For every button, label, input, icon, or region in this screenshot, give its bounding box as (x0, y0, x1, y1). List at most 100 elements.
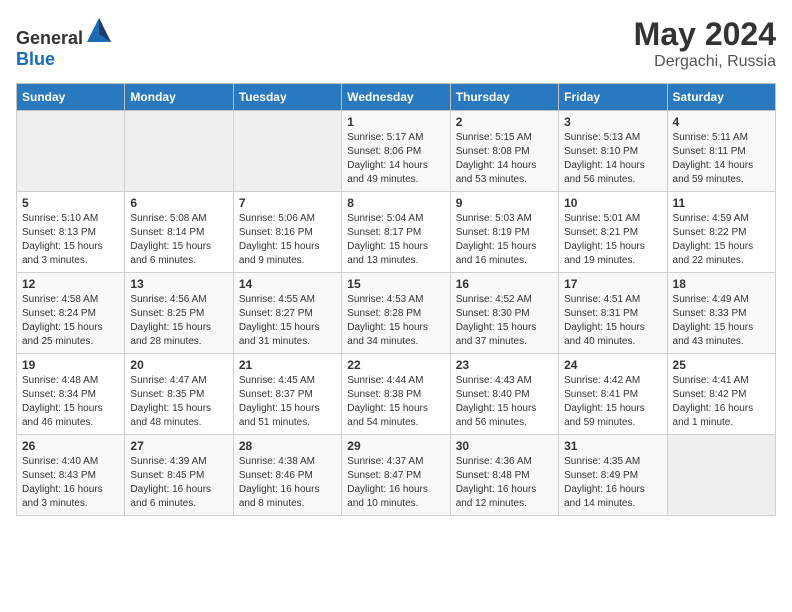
day-number: 8 (347, 196, 444, 210)
day-number: 6 (130, 196, 227, 210)
day-info: Sunrise: 4:36 AMSunset: 8:48 PMDaylight:… (456, 455, 553, 511)
calendar-cell: 16 Sunrise: 4:52 AMSunset: 8:30 PMDayligh… (450, 273, 558, 354)
day-info: Sunrise: 4:41 AMSunset: 8:42 PMDaylight:… (673, 374, 770, 430)
day-number: 14 (239, 277, 336, 291)
logo: General Blue (16, 16, 113, 70)
col-thursday: Thursday (450, 84, 558, 111)
calendar-week-row: 26 Sunrise: 4:40 AMSunset: 8:43 PMDayligh… (17, 435, 776, 516)
day-info: Sunrise: 5:13 AMSunset: 8:10 PMDaylight:… (564, 131, 661, 187)
day-number: 7 (239, 196, 336, 210)
calendar-cell (233, 111, 341, 192)
day-number: 22 (347, 358, 444, 372)
calendar-cell: 31 Sunrise: 4:35 AMSunset: 8:49 PMDayligh… (559, 435, 667, 516)
day-info: Sunrise: 5:03 AMSunset: 8:19 PMDaylight:… (456, 212, 553, 268)
day-number: 4 (673, 115, 770, 129)
day-number: 5 (22, 196, 119, 210)
day-info: Sunrise: 5:08 AMSunset: 8:14 PMDaylight:… (130, 212, 227, 268)
calendar-cell: 17Sunrise: 4:51 AMSunset: 8:31 PMDayligh… (559, 273, 667, 354)
day-info: Sunrise: 4:56 AMSunset: 8:25 PMDaylight:… (130, 293, 227, 349)
calendar-cell: 1 Sunrise: 5:17 AMSunset: 8:06 PMDaylight… (342, 111, 450, 192)
calendar-cell (125, 111, 233, 192)
day-number: 3 (564, 115, 661, 129)
calendar-cell: 9 Sunrise: 5:03 AMSunset: 8:19 PMDaylight… (450, 192, 558, 273)
col-tuesday: Tuesday (233, 84, 341, 111)
calendar-header-row: Sunday Monday Tuesday Wednesday Thursday… (17, 84, 776, 111)
calendar-cell: 30 Sunrise: 4:36 AMSunset: 8:48 PMDayligh… (450, 435, 558, 516)
day-number: 16 (456, 277, 553, 291)
calendar-cell: 20Sunrise: 4:47 AMSunset: 8:35 PMDayligh… (125, 354, 233, 435)
day-number: 29 (347, 439, 444, 453)
day-info: Sunrise: 4:43 AMSunset: 8:40 PMDaylight:… (456, 374, 553, 430)
day-number: 28 (239, 439, 336, 453)
calendar-cell: 28 Sunrise: 4:38 AMSunset: 8:46 PMDayligh… (233, 435, 341, 516)
calendar-cell (17, 111, 125, 192)
day-number: 9 (456, 196, 553, 210)
day-info: Sunrise: 5:17 AMSunset: 8:06 PMDaylight:… (347, 131, 444, 187)
logo-text: General Blue (16, 16, 113, 70)
calendar-week-row: 1 Sunrise: 5:17 AMSunset: 8:06 PMDaylight… (17, 111, 776, 192)
calendar-cell (667, 435, 775, 516)
day-number: 21 (239, 358, 336, 372)
day-info: Sunrise: 4:55 AMSunset: 8:27 PMDaylight:… (239, 293, 336, 349)
day-number: 12 (22, 277, 119, 291)
calendar-cell: 24 Sunrise: 4:42 AMSunset: 8:41 PMDayligh… (559, 354, 667, 435)
logo-icon (85, 16, 113, 44)
calendar-cell: 19 Sunrise: 4:48 AMSunset: 8:34 PMDayligh… (17, 354, 125, 435)
day-info: Sunrise: 4:51 AMSunset: 8:31 PMDaylight:… (564, 293, 661, 349)
day-info: Sunrise: 5:04 AMSunset: 8:17 PMDaylight:… (347, 212, 444, 268)
day-info: Sunrise: 4:35 AMSunset: 8:49 PMDaylight:… (564, 455, 661, 511)
col-sunday: Sunday (17, 84, 125, 111)
day-number: 27 (130, 439, 227, 453)
calendar-cell: 25Sunrise: 4:41 AMSunset: 8:42 PMDayligh… (667, 354, 775, 435)
day-info: Sunrise: 4:39 AMSunset: 8:45 PMDaylight:… (130, 455, 227, 511)
calendar-week-row: 19 Sunrise: 4:48 AMSunset: 8:34 PMDayligh… (17, 354, 776, 435)
calendar-cell: 26 Sunrise: 4:40 AMSunset: 8:43 PMDayligh… (17, 435, 125, 516)
calendar-cell: 23Sunrise: 4:43 AMSunset: 8:40 PMDayligh… (450, 354, 558, 435)
day-number: 2 (456, 115, 553, 129)
day-number: 19 (22, 358, 119, 372)
title-block: May 2024 Dergachi, Russia (634, 16, 776, 71)
calendar-location: Dergachi, Russia (634, 53, 776, 71)
day-info: Sunrise: 4:58 AMSunset: 8:24 PMDaylight:… (22, 293, 119, 349)
calendar-cell: 18Sunrise: 4:49 AMSunset: 8:33 PMDayligh… (667, 273, 775, 354)
day-info: Sunrise: 4:59 AMSunset: 8:22 PMDaylight:… (673, 212, 770, 268)
calendar-cell: 4 Sunrise: 5:11 AMSunset: 8:11 PMDaylight… (667, 111, 775, 192)
day-info: Sunrise: 4:42 AMSunset: 8:41 PMDaylight:… (564, 374, 661, 430)
day-number: 11 (673, 196, 770, 210)
day-info: Sunrise: 5:06 AMSunset: 8:16 PMDaylight:… (239, 212, 336, 268)
calendar-cell: 29 Sunrise: 4:37 AMSunset: 8:47 PMDayligh… (342, 435, 450, 516)
day-info: Sunrise: 4:52 AMSunset: 8:30 PMDaylight:… (456, 293, 553, 349)
day-info: Sunrise: 5:10 AMSunset: 8:13 PMDaylight:… (22, 212, 119, 268)
day-number: 26 (22, 439, 119, 453)
calendar-cell: 14 Sunrise: 4:55 AMSunset: 8:27 PMDayligh… (233, 273, 341, 354)
day-info: Sunrise: 4:48 AMSunset: 8:34 PMDaylight:… (22, 374, 119, 430)
page-header: General Blue May 2024 Dergachi, Russia (16, 16, 776, 71)
col-wednesday: Wednesday (342, 84, 450, 111)
day-info: Sunrise: 5:15 AMSunset: 8:08 PMDaylight:… (456, 131, 553, 187)
day-number: 24 (564, 358, 661, 372)
day-info: Sunrise: 4:40 AMSunset: 8:43 PMDaylight:… (22, 455, 119, 511)
calendar-cell: 11 Sunrise: 4:59 AMSunset: 8:22 PMDayligh… (667, 192, 775, 273)
day-info: Sunrise: 4:45 AMSunset: 8:37 PMDaylight:… (239, 374, 336, 430)
day-info: Sunrise: 5:11 AMSunset: 8:11 PMDaylight:… (673, 131, 770, 187)
day-number: 30 (456, 439, 553, 453)
calendar-cell: 27 Sunrise: 4:39 AMSunset: 8:45 PMDayligh… (125, 435, 233, 516)
logo-blue: Blue (16, 49, 55, 69)
day-info: Sunrise: 4:53 AMSunset: 8:28 PMDaylight:… (347, 293, 444, 349)
day-info: Sunrise: 4:44 AMSunset: 8:38 PMDaylight:… (347, 374, 444, 430)
day-number: 15 (347, 277, 444, 291)
day-number: 31 (564, 439, 661, 453)
calendar-cell: 15 Sunrise: 4:53 AMSunset: 8:28 PMDayligh… (342, 273, 450, 354)
calendar-cell: 13 Sunrise: 4:56 AMSunset: 8:25 PMDayligh… (125, 273, 233, 354)
day-info: Sunrise: 4:37 AMSunset: 8:47 PMDaylight:… (347, 455, 444, 511)
day-number: 18 (673, 277, 770, 291)
day-info: Sunrise: 4:47 AMSunset: 8:35 PMDaylight:… (130, 374, 227, 430)
calendar-cell: 2 Sunrise: 5:15 AMSunset: 8:08 PMDaylight… (450, 111, 558, 192)
day-number: 13 (130, 277, 227, 291)
calendar-cell: 3 Sunrise: 5:13 AMSunset: 8:10 PMDaylight… (559, 111, 667, 192)
day-number: 10 (564, 196, 661, 210)
calendar-table: Sunday Monday Tuesday Wednesday Thursday… (16, 83, 776, 516)
day-number: 1 (347, 115, 444, 129)
calendar-cell: 21 Sunrise: 4:45 AMSunset: 8:37 PMDayligh… (233, 354, 341, 435)
day-info: Sunrise: 4:38 AMSunset: 8:46 PMDaylight:… (239, 455, 336, 511)
